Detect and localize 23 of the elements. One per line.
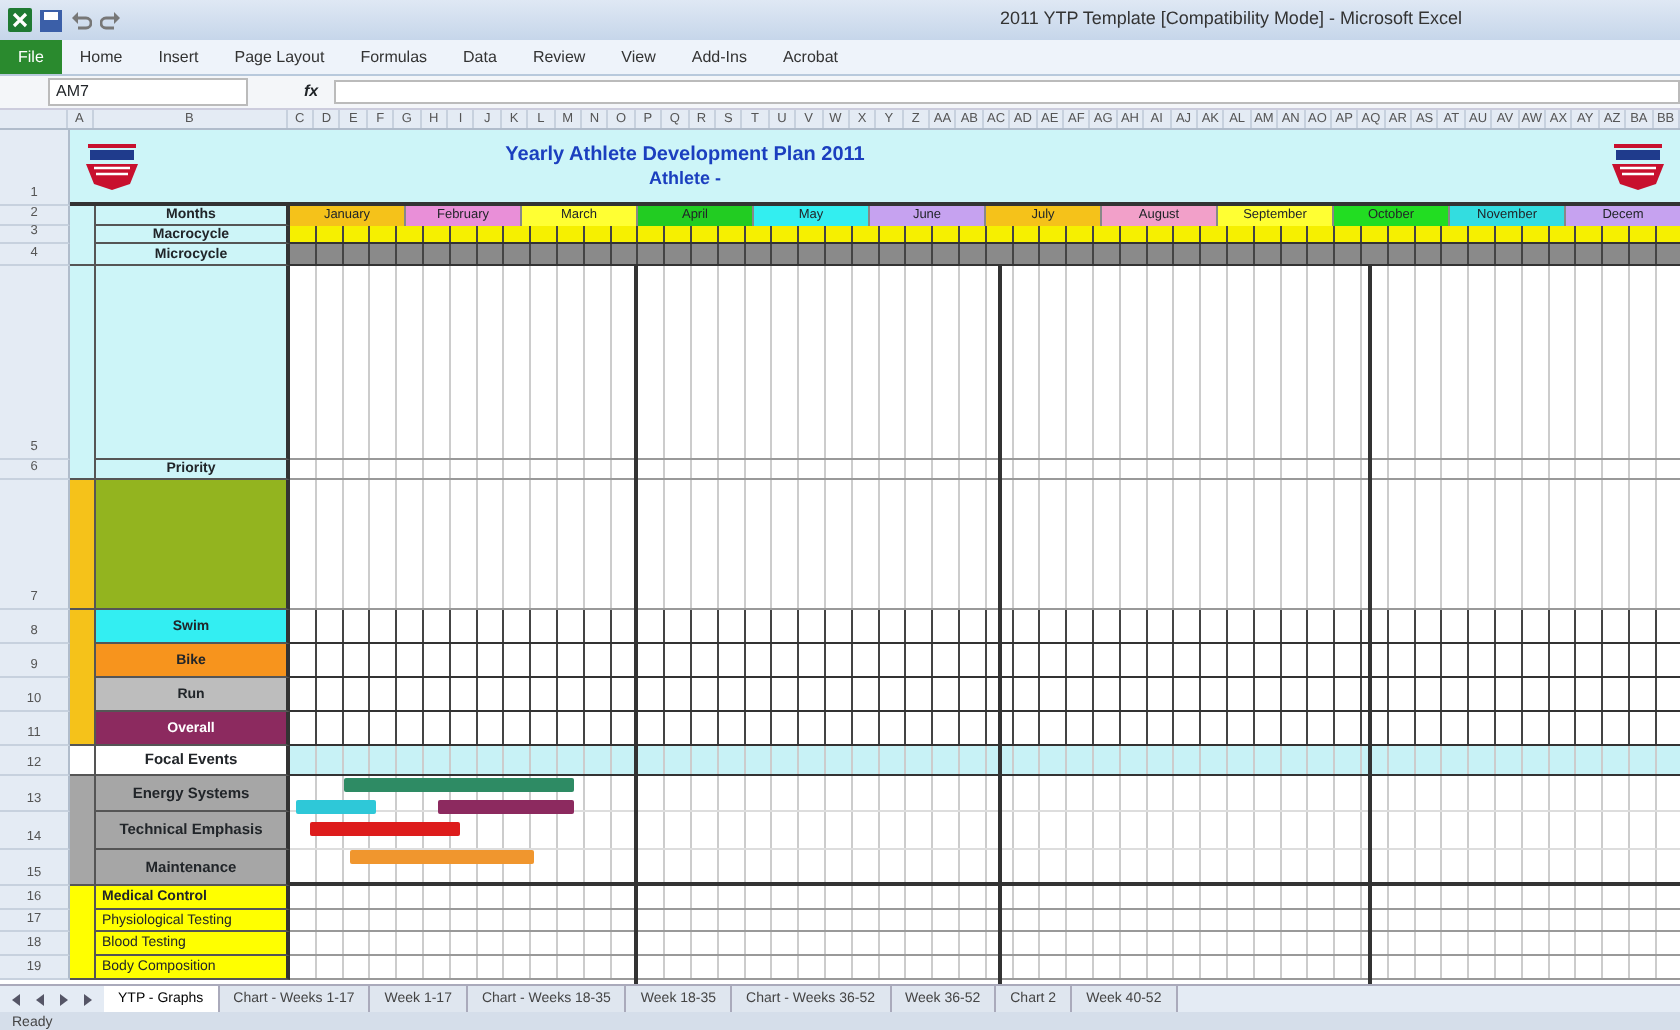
ribbon-tab[interactable]: Add-Ins bbox=[673, 40, 765, 74]
ribbon-tab[interactable]: Acrobat bbox=[764, 40, 857, 74]
window-title: 2011 YTP Template [Compatibility Mode] - Microsoft Excel bbox=[998, 6, 1462, 33]
save-icon[interactable] bbox=[40, 9, 62, 31]
logo-icon bbox=[1608, 140, 1668, 192]
ribbon-tab[interactable]: Data bbox=[445, 40, 515, 74]
sheet-title: Yearly Athlete Development Plan 2011 bbox=[505, 143, 865, 167]
formula-field[interactable] bbox=[334, 80, 1680, 104]
ribbon-tab[interactable]: Insert bbox=[140, 40, 217, 74]
redo-icon[interactable] bbox=[100, 9, 122, 31]
excel-icon[interactable] bbox=[8, 8, 32, 32]
athlete-label: Athlete - bbox=[649, 167, 721, 189]
ribbon-tab[interactable]: View bbox=[603, 40, 674, 74]
ribbon-tab[interactable]: Home bbox=[61, 40, 141, 74]
function-label[interactable]: fx bbox=[304, 80, 319, 104]
undo-icon[interactable] bbox=[70, 9, 92, 31]
ribbon-tab[interactable]: Formulas bbox=[342, 40, 446, 74]
ribbon-tab[interactable]: Page Layout bbox=[216, 40, 343, 74]
name-box[interactable]: AM7 bbox=[48, 78, 248, 106]
section-band bbox=[70, 886, 96, 980]
ribbon-tab[interactable]: File bbox=[0, 40, 62, 74]
ribbon-tab[interactable]: Review bbox=[514, 40, 604, 74]
logo-icon bbox=[82, 140, 142, 192]
